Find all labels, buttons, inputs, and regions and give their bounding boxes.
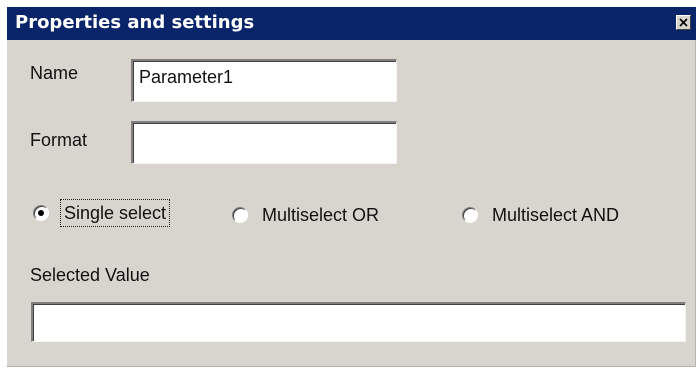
radio-multiselect-and[interactable]: Multiselect AND — [462, 204, 619, 226]
selected-value-label: Selected Value — [30, 265, 150, 285]
close-icon — [679, 18, 688, 27]
radio-label-single-select: Single select — [59, 199, 171, 227]
radio-selected-dot — [38, 210, 44, 216]
name-input[interactable]: Parameter1 — [131, 59, 397, 102]
format-label: Format — [30, 130, 88, 150]
radio-label-multiselect-or: Multiselect OR — [262, 205, 380, 225]
close-button[interactable] — [676, 15, 691, 30]
radio-multiselect-or[interactable]: Multiselect OR — [232, 204, 379, 226]
format-input[interactable] — [131, 121, 397, 164]
title-bar: Properties and settings — [7, 7, 696, 40]
dialog-title: Properties and settings — [15, 12, 255, 33]
radio-button[interactable] — [232, 207, 248, 223]
radio-single-select[interactable]: Single select — [33, 199, 171, 227]
properties-dialog: Properties and settings Name Parameter1 … — [7, 7, 696, 367]
radio-label-multiselect-and: Multiselect AND — [492, 205, 620, 225]
radio-button[interactable] — [462, 207, 478, 223]
selected-value-input[interactable] — [31, 302, 686, 342]
name-label: Name — [30, 63, 79, 83]
radio-button[interactable] — [33, 205, 49, 221]
